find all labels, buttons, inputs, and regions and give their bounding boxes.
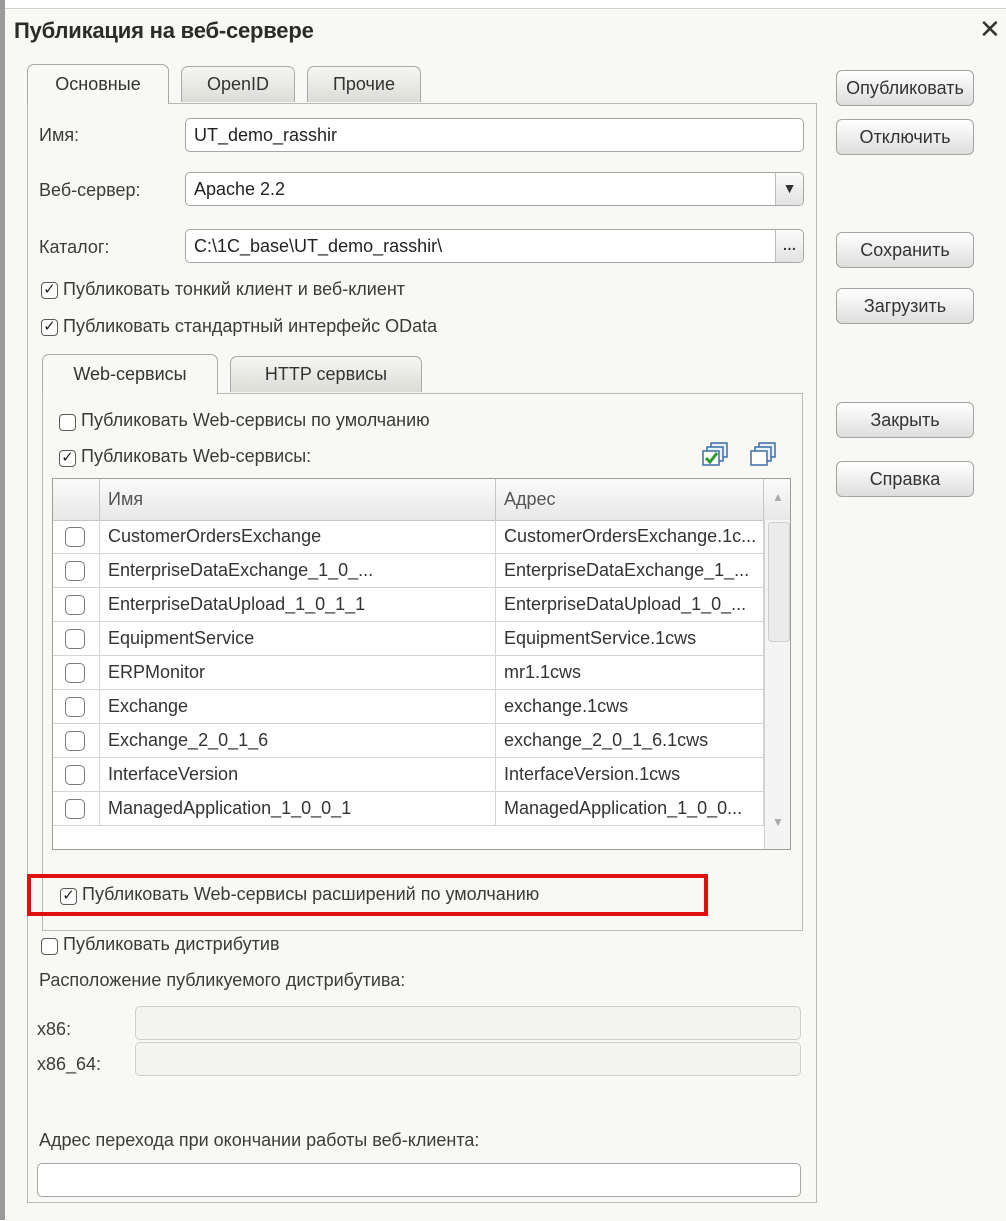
catalog-label: Каталог:: [39, 237, 110, 257]
x86-64-field[interactable]: [135, 1042, 801, 1076]
check-all-icon[interactable]: [702, 441, 732, 469]
close-button[interactable]: Закрыть: [836, 402, 974, 438]
exit-address-label: Адрес перехода при окончании работы веб-…: [39, 1130, 480, 1150]
publish-distributive-checkbox[interactable]: [41, 938, 58, 955]
row-name: EnterpriseDataExchange_1_0_...: [100, 554, 496, 587]
chevron-down-icon[interactable]: ▼: [775, 173, 803, 205]
table-row[interactable]: EquipmentService EquipmentService.1cws: [53, 622, 764, 656]
row-name: ERPMonitor: [100, 656, 496, 689]
save-button[interactable]: Сохранить: [836, 232, 974, 268]
tab-web-services[interactable]: Web-сервисы: [42, 354, 218, 394]
distributive-location-label: Расположение публикуемого дистрибутива:: [39, 970, 406, 990]
x86-field[interactable]: [135, 1006, 801, 1040]
thin-client-label: Публиковать тонкий клиент и веб-клиент: [63, 279, 406, 299]
extensions-default-checkbox[interactable]: ✓: [60, 888, 77, 905]
odata-label: Публиковать стандартный интерфейс OData: [63, 316, 438, 336]
dialog-title: Публикация на веб-сервере: [14, 18, 314, 43]
row-checkbox[interactable]: [65, 663, 85, 683]
web-server-label: Веб-сервер:: [39, 180, 141, 200]
publish-web-services-checkbox[interactable]: ✓: [59, 450, 76, 467]
publish-web-services-label: Публиковать Web-сервисы:: [81, 446, 312, 466]
tab-main[interactable]: Основные: [27, 64, 169, 104]
publish-default-label: Публиковать Web-сервисы по умолчанию: [81, 410, 430, 430]
row-checkbox[interactable]: [65, 595, 85, 615]
uncheck-all-icon[interactable]: [750, 441, 780, 469]
thin-client-checkbox[interactable]: ✓: [41, 282, 58, 299]
tab-openid[interactable]: OpenID: [181, 66, 295, 102]
table-row[interactable]: EnterpriseDataExchange_1_0_... Enterpris…: [53, 554, 764, 588]
row-address: mr1.1cws: [496, 656, 764, 689]
extensions-default-label: Публиковать Web-сервисы расширений по ум…: [82, 884, 540, 904]
web-server-select[interactable]: Apache 2.2: [185, 172, 804, 206]
row-name: InterfaceVersion: [100, 758, 496, 791]
tab-http-services[interactable]: HTTP сервисы: [230, 356, 422, 392]
table-scrollbar[interactable]: ▲ ▼: [764, 490, 790, 849]
row-address: EquipmentService.1cws: [496, 622, 764, 655]
close-icon[interactable]: ✕: [979, 14, 1001, 45]
table-row[interactable]: ManagedApplication_1_0_0_1 ManagedApplic…: [53, 792, 764, 826]
table-row[interactable]: ERPMonitor mr1.1cws: [53, 656, 764, 690]
tab-other[interactable]: Прочие: [307, 66, 421, 102]
load-button[interactable]: Загрузить: [836, 288, 974, 324]
table-row[interactable]: CustomerOrdersExchange CustomerOrdersExc…: [53, 520, 764, 554]
table-header: Имя Адрес: [53, 479, 790, 521]
table-row[interactable]: Exchange exchange.1cws: [53, 690, 764, 724]
row-name: ManagedApplication_1_0_0_1: [100, 792, 496, 825]
row-address: EnterpriseDataUpload_1_0_...: [496, 588, 764, 621]
row-address: EnterpriseDataExchange_1_...: [496, 554, 764, 587]
row-checkbox[interactable]: [65, 799, 85, 819]
x86-label: x86:: [37, 1019, 72, 1039]
row-checkbox[interactable]: [65, 697, 85, 717]
x86-64-label: x86_64:: [37, 1054, 102, 1074]
row-name: CustomerOrdersExchange: [100, 520, 496, 553]
header-name[interactable]: Имя: [100, 479, 496, 520]
row-address: InterfaceVersion.1cws: [496, 758, 764, 791]
header-check-column: [53, 479, 100, 520]
table-row[interactable]: EnterpriseDataUpload_1_0_1_1 EnterpriseD…: [53, 588, 764, 622]
publish-distributive-label: Публиковать дистрибутив: [63, 934, 280, 954]
header-address[interactable]: Адрес: [496, 479, 764, 520]
web-services-table: Имя Адрес CustomerOrdersExchange Custome…: [52, 478, 791, 850]
help-button[interactable]: Справка: [836, 461, 974, 497]
publish-button[interactable]: Опубликовать: [836, 70, 974, 106]
row-name: EquipmentService: [100, 622, 496, 655]
publish-default-checkbox[interactable]: [59, 414, 76, 431]
row-address: exchange_2_0_1_6.1cws: [496, 724, 764, 757]
odata-checkbox[interactable]: ✓: [41, 319, 58, 336]
row-checkbox[interactable]: [65, 561, 85, 581]
row-name: Exchange_2_0_1_6: [100, 724, 496, 757]
row-checkbox[interactable]: [65, 765, 85, 785]
table-row[interactable]: Exchange_2_0_1_6 exchange_2_0_1_6.1cws: [53, 724, 764, 758]
disable-button[interactable]: Отключить: [836, 119, 974, 155]
scroll-down-icon[interactable]: ▼: [772, 815, 784, 829]
name-label: Имя:: [39, 125, 80, 145]
browse-icon[interactable]: …: [775, 230, 803, 262]
row-address: exchange.1cws: [496, 690, 764, 723]
name-field[interactable]: UT_demo_rasshir: [185, 118, 804, 152]
scroll-up-icon[interactable]: ▲: [772, 490, 784, 504]
row-checkbox[interactable]: [65, 629, 85, 649]
table-row[interactable]: InterfaceVersion InterfaceVersion.1cws: [53, 758, 764, 792]
scroll-thumb[interactable]: [768, 522, 790, 642]
row-name: Exchange: [100, 690, 496, 723]
row-checkbox[interactable]: [65, 527, 85, 547]
row-checkbox[interactable]: [65, 731, 85, 751]
row-address: CustomerOrdersExchange.1c...: [496, 520, 764, 553]
row-name: EnterpriseDataUpload_1_0_1_1: [100, 588, 496, 621]
catalog-field[interactable]: C:\1C_base\UT_demo_rasshir\: [185, 229, 804, 263]
row-address: ManagedApplication_1_0_0...: [496, 792, 764, 825]
exit-address-field[interactable]: [37, 1163, 801, 1197]
